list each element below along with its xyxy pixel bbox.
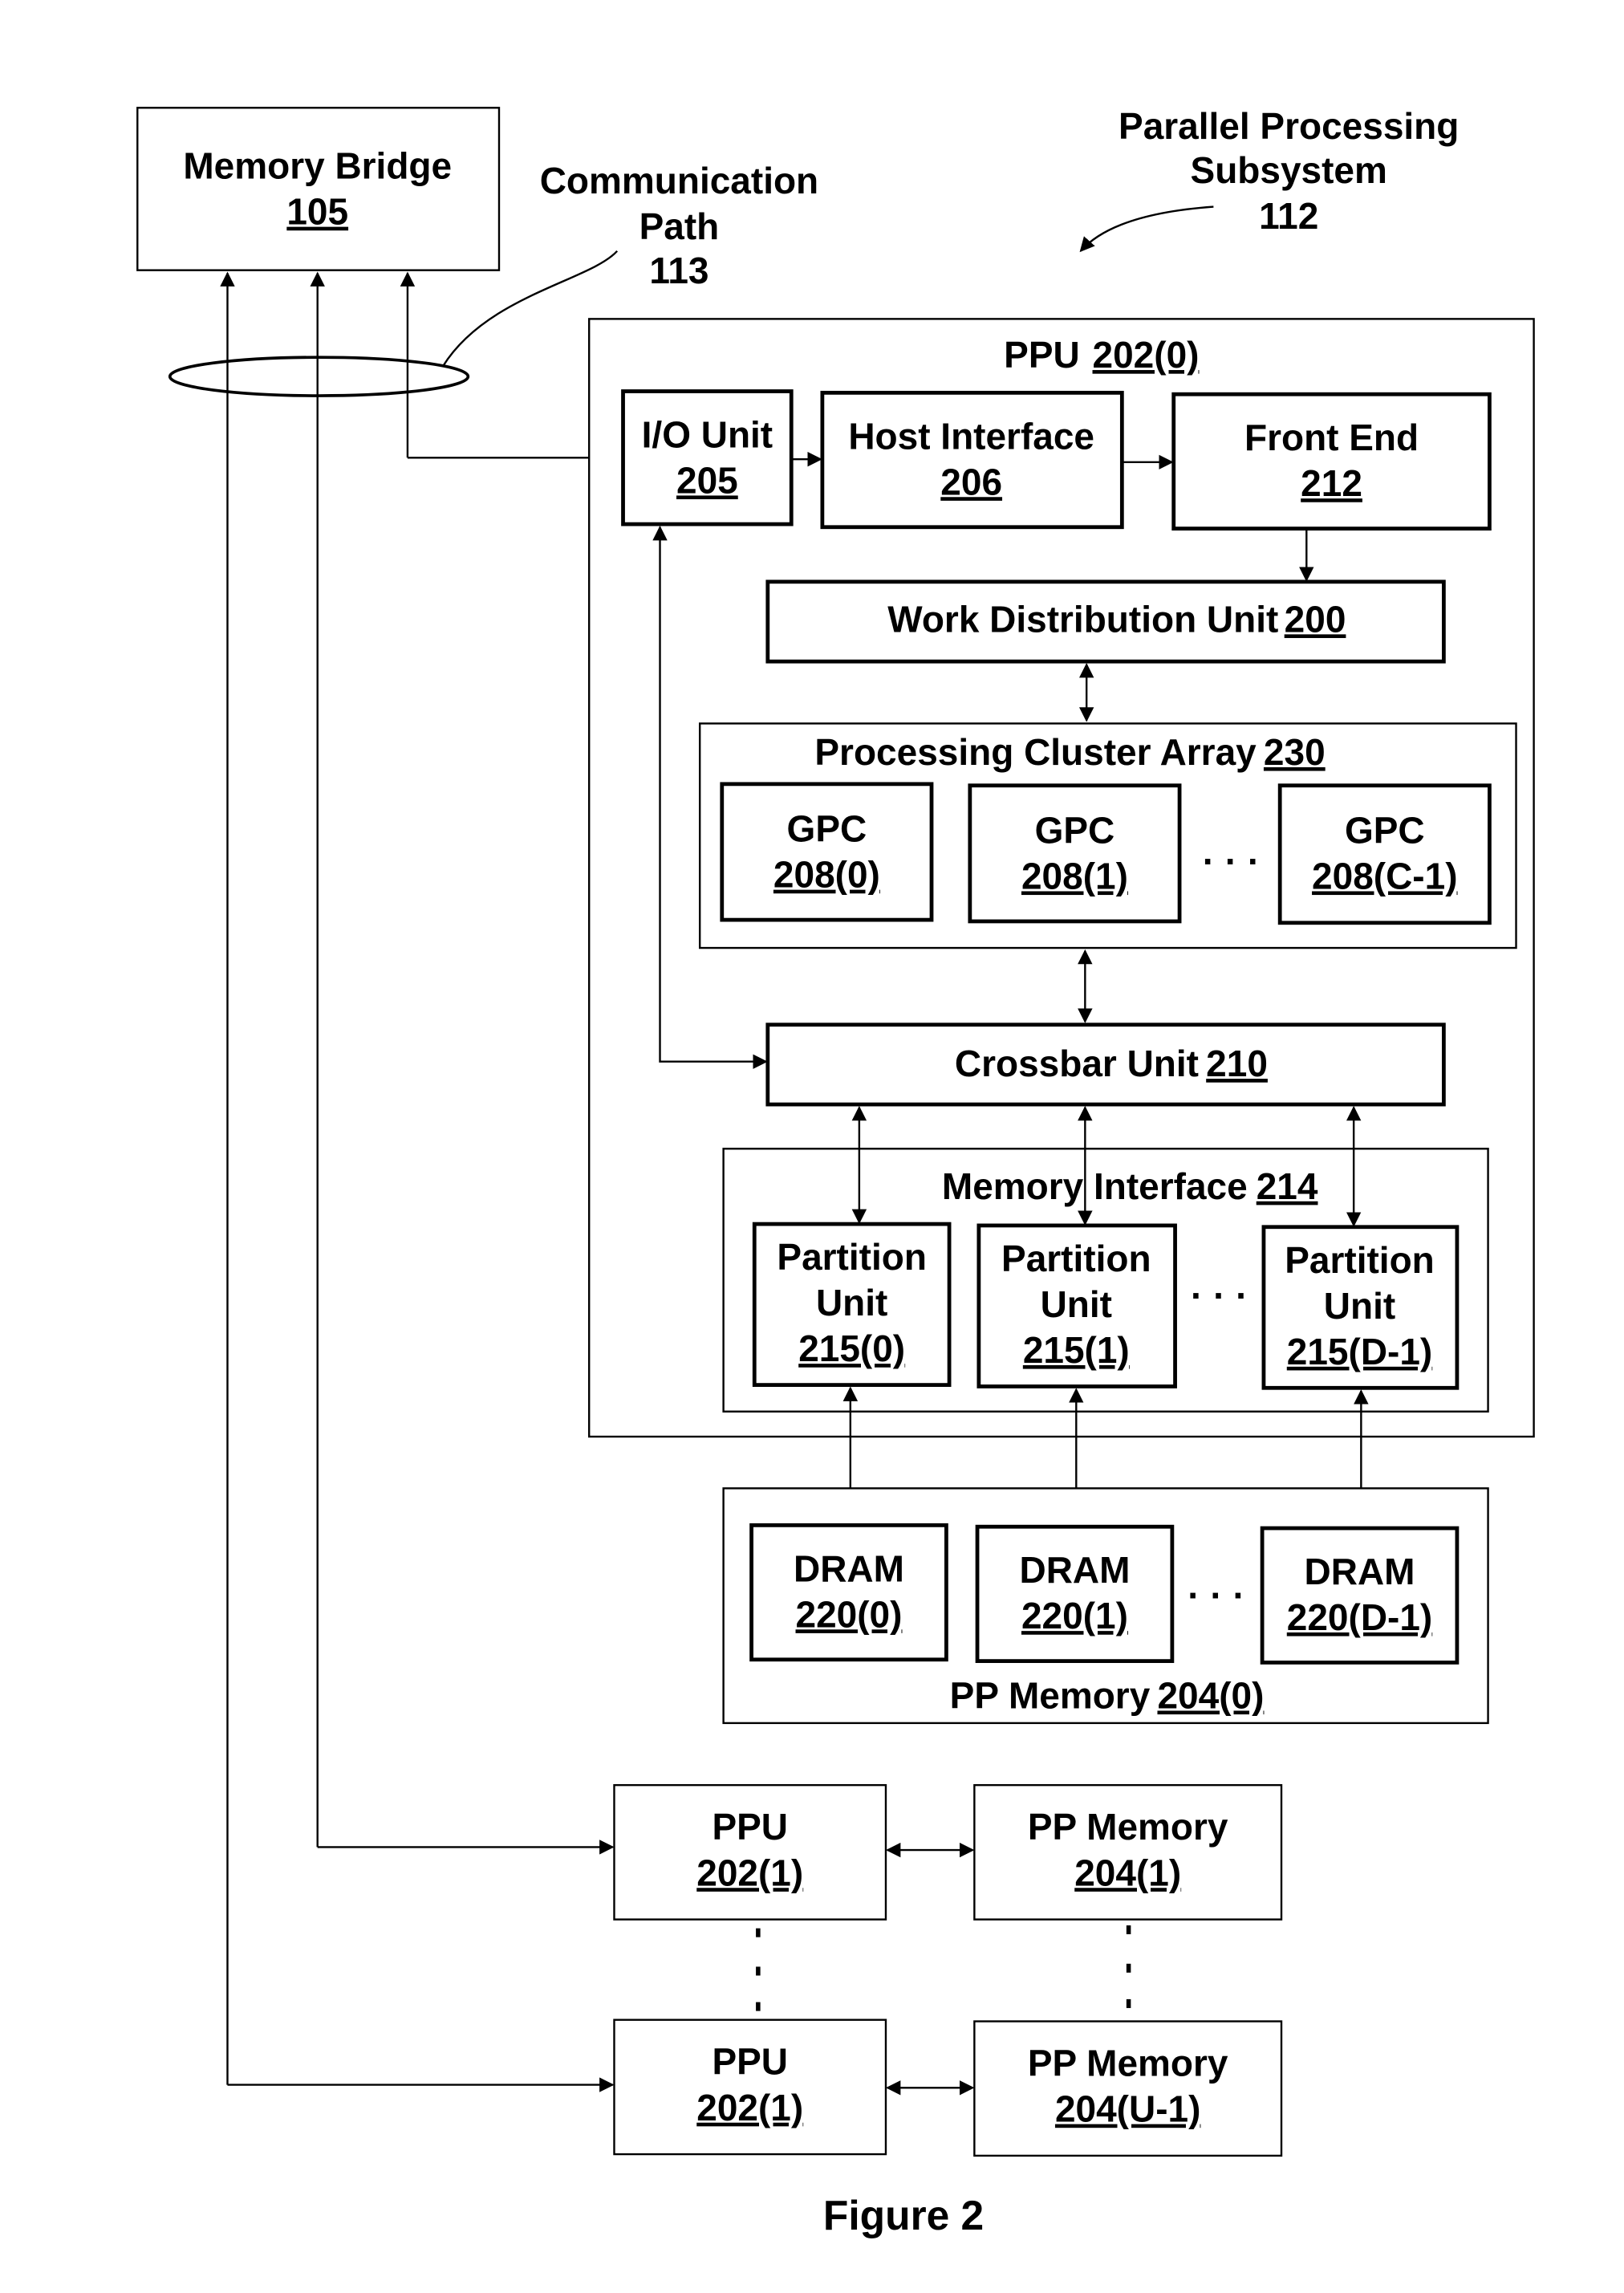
gpc-box-2: GPC 208(C-1) <box>1277 783 1492 925</box>
diagram: Memory Bridge 105 Communication Path 113… <box>136 105 1535 2238</box>
front-end-box: Front End 212 <box>1171 392 1492 531</box>
io-unit-label: I/O Unit <box>642 413 773 455</box>
pps-curved-arrow <box>1079 205 1214 253</box>
memory-bridge-ref: 105 <box>286 191 348 233</box>
partition-ref: 215(1) <box>1023 1329 1130 1371</box>
partition-label: Partition <box>1001 1238 1151 1279</box>
ppu0-label: PPU <box>1004 334 1080 376</box>
ppu-ref: 202(1) <box>696 2087 803 2128</box>
dram-label: DRAM <box>1019 1549 1130 1591</box>
front-end-ref: 212 <box>1301 462 1362 504</box>
io-unit-box: I/O Unit 205 <box>621 389 794 526</box>
pp-memory-0-ref: 204(0) <box>1157 1674 1264 1716</box>
host-interface-box: Host Interface 206 <box>820 390 1124 530</box>
crossbar-ref: 210 <box>1206 1043 1268 1084</box>
partition-ref: 215(D-1) <box>1287 1331 1432 1372</box>
gpc-box-0: GPC 208(0) <box>720 782 934 922</box>
front-end-label: Front End <box>1244 417 1419 458</box>
ppu-1-box: PPU 202(1) <box>613 1783 887 1921</box>
partition-ellipsis: · · · <box>1191 1275 1248 1316</box>
pp-memory-label: PP Memory <box>1028 2043 1228 2084</box>
dram-label: DRAM <box>794 1547 904 1589</box>
host-interface-ref: 206 <box>940 461 1002 502</box>
dram-label: DRAM <box>1305 1551 1415 1592</box>
partition-unit-box-0: Partition Unit 215(0) <box>752 1222 952 1387</box>
pps-line1: Parallel Processing <box>1119 105 1459 147</box>
ppu-label: PPU <box>712 2041 788 2083</box>
pps-line2: Subsystem <box>1191 149 1387 191</box>
partition-label: Unit <box>816 1282 887 1323</box>
ppmem-vertical-ellipsis <box>1126 1925 1131 2008</box>
pp-memory-n-box: PP Memory 204(U-1) <box>973 2020 1283 2157</box>
partition-label: Unit <box>1324 1285 1395 1327</box>
communication-path-line2: Path <box>639 205 720 247</box>
pca-ref: 230 <box>1264 731 1326 773</box>
dram-box-2: DRAM 220(D-1) <box>1260 1526 1460 1665</box>
figure-caption: Figure 2 <box>823 2192 984 2238</box>
partition-label: Partition <box>1285 1239 1435 1281</box>
gpc-ellipsis: · · · <box>1203 840 1261 882</box>
crossbar-label: Crossbar Unit <box>955 1043 1199 1084</box>
gpc-box-1: GPC 208(1) <box>968 783 1182 924</box>
gpc-label: GPC <box>1345 809 1425 851</box>
pp-memory-label: PP Memory <box>1028 1806 1228 1848</box>
partition-ref: 215(0) <box>798 1327 905 1369</box>
work-distribution-unit-box: Work Distribution Unit 200 <box>765 579 1446 664</box>
pps-ref: 112 <box>1259 195 1318 237</box>
host-interface-label: Host Interface <box>848 415 1094 457</box>
dram-ref: 220(1) <box>1021 1595 1128 1636</box>
gpc-ref: 208(1) <box>1021 855 1128 896</box>
communication-path-line1: Communication <box>540 160 818 201</box>
ppu-n-box: PPU 202(1) <box>613 2019 887 2156</box>
ppu0-ref: 202(0) <box>1093 334 1200 376</box>
io-unit-ref: 205 <box>676 459 738 501</box>
pp-memory-0-label: PP Memory <box>950 1674 1151 1716</box>
memory-interface-label: Memory Interface <box>942 1165 1248 1207</box>
partition-unit-box-2: Partition Unit 215(D-1) <box>1261 1225 1460 1390</box>
crossbar-unit-box: Crossbar Unit 210 <box>765 1022 1446 1107</box>
dram-ellipsis: · · · <box>1188 1574 1245 1616</box>
pps-callout: Parallel Processing Subsystem 112 <box>1079 105 1459 253</box>
gpc-ref: 208(0) <box>773 854 880 896</box>
pp-memory-ref: 204(U-1) <box>1055 2088 1200 2130</box>
partition-label: Partition <box>777 1236 927 1278</box>
pp-memory-1-box: PP Memory 204(1) <box>973 1783 1283 1921</box>
wdu-label: Work Distribution Unit <box>887 598 1278 640</box>
ppu-ref: 202(1) <box>696 1852 803 1893</box>
memory-interface-ref: 214 <box>1257 1165 1318 1207</box>
dram-ref: 220(0) <box>796 1593 903 1635</box>
wdu-ref: 200 <box>1285 598 1346 640</box>
communication-path-ellipse <box>168 356 470 397</box>
partition-label: Unit <box>1041 1283 1112 1325</box>
ppu-label: PPU <box>712 1806 788 1848</box>
dram-box-0: DRAM 220(0) <box>749 1523 948 1662</box>
gpc-label: GPC <box>1035 809 1115 851</box>
pca-label: Processing Cluster Array <box>814 731 1257 773</box>
gpc-label: GPC <box>787 808 867 850</box>
memory-bridge-box: Memory Bridge 105 <box>136 107 501 271</box>
memory-bridge-label: Memory Bridge <box>183 145 452 187</box>
pp-memory-ref: 204(1) <box>1074 1852 1181 1893</box>
partition-unit-box-1: Partition Unit 215(1) <box>976 1223 1177 1388</box>
ppu-vertical-ellipsis <box>756 1928 761 2011</box>
communication-path-ref: 113 <box>649 250 708 291</box>
dram-box-1: DRAM 220(1) <box>975 1524 1175 1664</box>
gpc-ref: 208(C-1) <box>1312 855 1457 896</box>
dram-ref: 220(D-1) <box>1287 1596 1432 1638</box>
